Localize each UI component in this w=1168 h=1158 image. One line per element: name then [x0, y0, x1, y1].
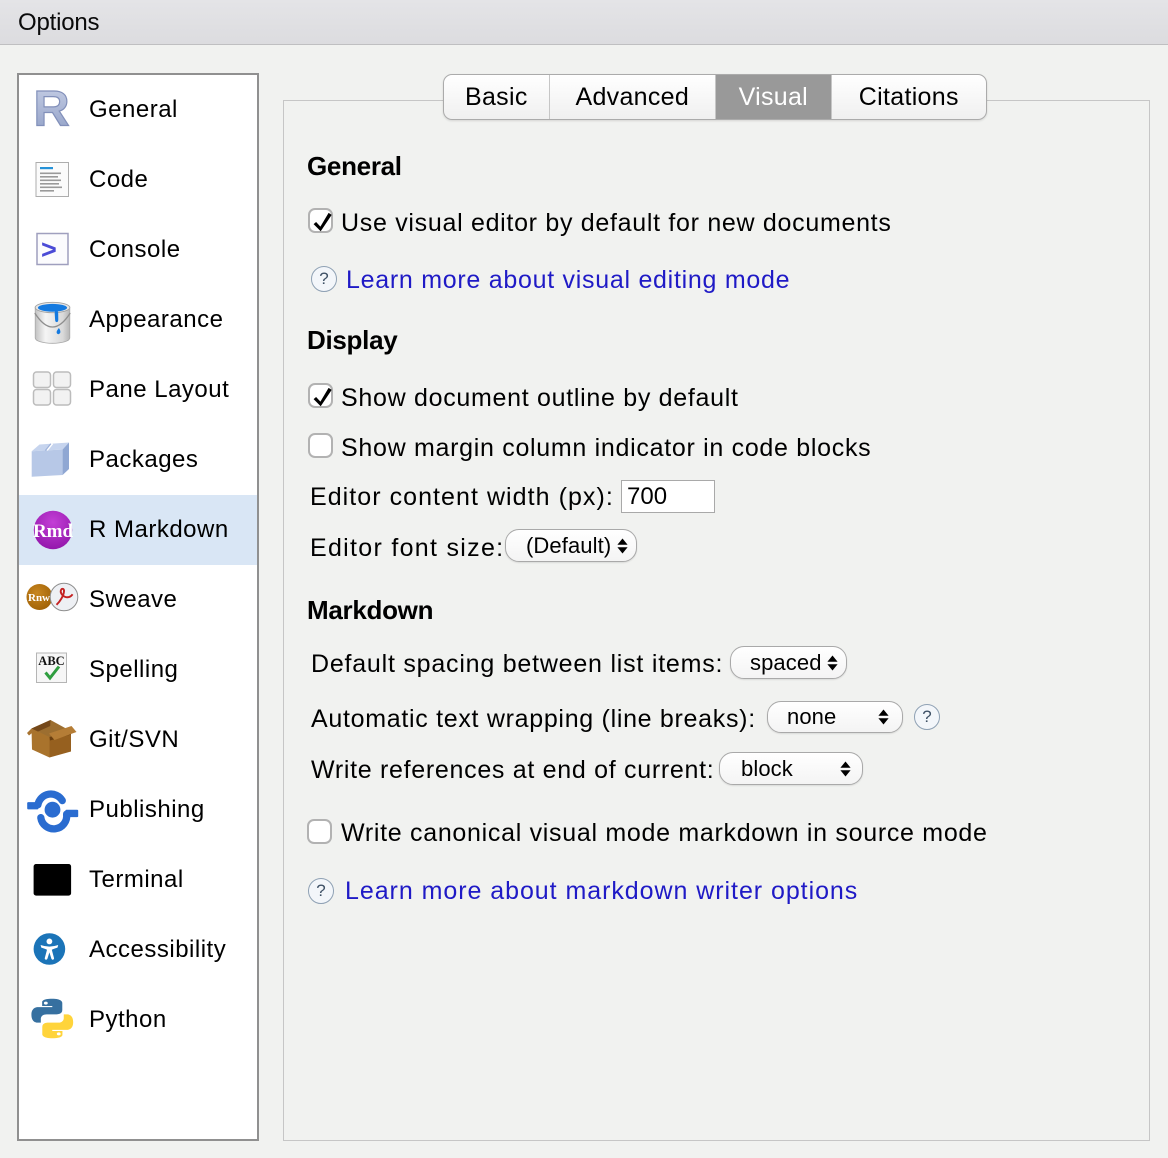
svg-text:>: > — [41, 235, 57, 265]
svg-text:Rmd: Rmd — [33, 521, 74, 542]
svg-text:R: R — [33, 81, 69, 137]
svg-text:ABC: ABC — [38, 654, 64, 668]
svg-text:Rnw: Rnw — [28, 592, 50, 604]
